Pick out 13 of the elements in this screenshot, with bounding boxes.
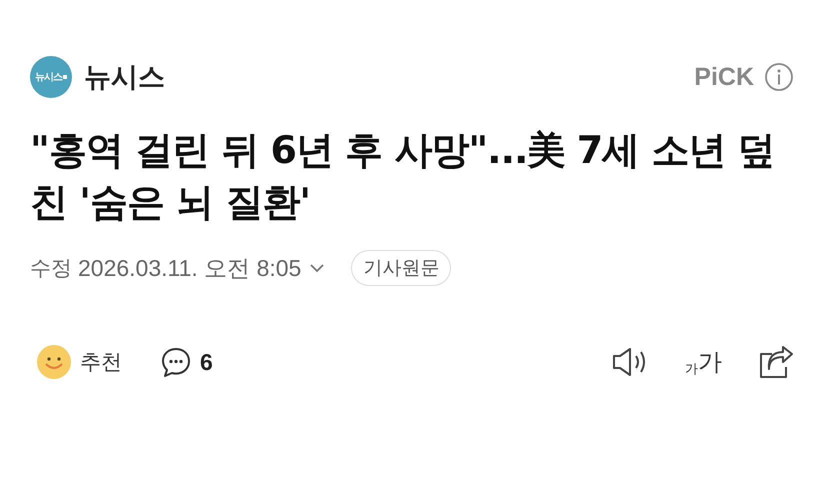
pick-label: PiCK: [694, 62, 754, 92]
modified-date: 2026.03.11. 오전 8:05: [78, 254, 302, 282]
chevron-down-icon[interactable]: [309, 263, 326, 273]
smiley-icon[interactable]: [36, 344, 72, 380]
modified-label: 수정: [30, 255, 72, 282]
share-icon[interactable]: [758, 345, 794, 379]
comment-icon[interactable]: [160, 346, 192, 378]
recommend-label[interactable]: 추천: [80, 348, 122, 376]
comment-count[interactable]: 6: [200, 348, 213, 376]
original-article-button[interactable]: 기사원문: [351, 250, 452, 286]
press-name[interactable]: 뉴시스: [84, 59, 165, 95]
info-icon[interactable]: [764, 62, 794, 92]
headline: "홍역 걸린 뒤 6년 후 사망"...美 7세 소년 덮친 '숨은 뇌 질환': [30, 127, 776, 226]
